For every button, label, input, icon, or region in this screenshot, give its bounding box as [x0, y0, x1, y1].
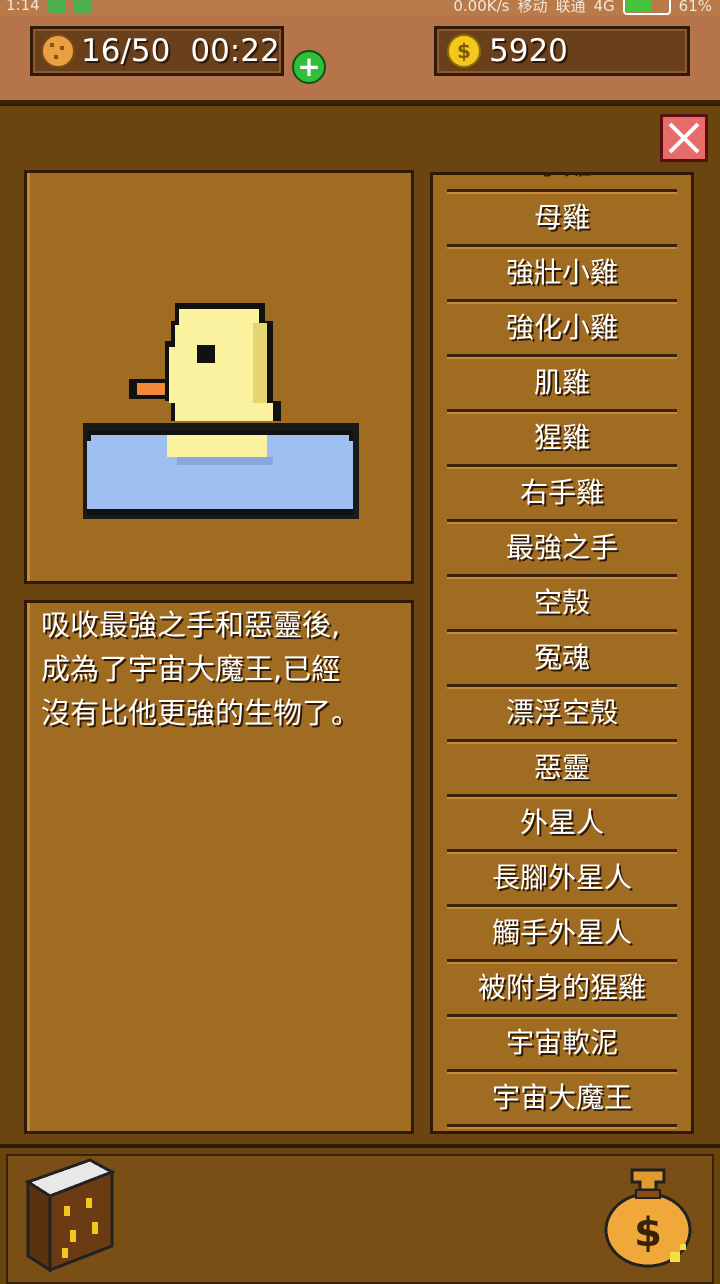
- add-energy-button[interactable]: +: [292, 50, 326, 84]
- carrier-1: 移动: [517, 0, 548, 15]
- net-speed: 0.00K/s: [453, 0, 510, 15]
- money-bag-button[interactable]: $: [600, 1160, 696, 1276]
- encyclopedia-panel: 吸收最強之手和惡靈後, 成為了宇宙大魔王,已經 沒有比他更強的生物了。 小雞母雞…: [0, 104, 720, 1146]
- description-box: 吸收最強之手和惡靈後, 成為了宇宙大魔王,已經 沒有比他更強的生物了。: [24, 600, 414, 1134]
- battery-icon: [622, 0, 671, 15]
- creature-list-item[interactable]: 外星人: [433, 797, 691, 852]
- creature-list-items: 小雞母雞強壯小雞強化小雞肌雞猩雞右手雞最強之手空殼冤魂漂浮空殼惡靈外星人長腳外星…: [433, 175, 691, 1127]
- creature-list-item[interactable]: 肌雞: [433, 357, 691, 412]
- creature-list-item[interactable]: 猩雞: [433, 412, 691, 467]
- system-status-bar: 1:14 0.00K/s 移动 联通 4G 61%: [0, 0, 720, 16]
- network-type: 4G: [593, 0, 615, 15]
- encyclopedia-book-button[interactable]: [20, 1152, 120, 1280]
- money-bag-icon: $: [604, 1168, 692, 1268]
- creature-list-item[interactable]: 宇宙大魔王: [433, 1072, 691, 1127]
- chick-in-water-image: [83, 303, 359, 519]
- creature-list-item[interactable]: 被附身的猩雞: [433, 962, 691, 1017]
- notification-icon: [47, 0, 66, 13]
- close-icon: [668, 122, 700, 154]
- dollar-coin-icon: $: [447, 34, 481, 68]
- creature-list-item[interactable]: 惡靈: [433, 742, 691, 797]
- top-hud: 16/50 00:22 + $ 5920: [0, 16, 720, 104]
- creature-list-item[interactable]: 空殼: [433, 577, 691, 632]
- creature-list-item[interactable]: 強壯小雞: [433, 247, 691, 302]
- creature-list-item[interactable]: 觸手外星人: [433, 907, 691, 962]
- creature-list-item[interactable]: 冤魂: [433, 632, 691, 687]
- creature-list-item[interactable]: 右手雞: [433, 467, 691, 522]
- coin-counter: $ 5920: [434, 26, 690, 76]
- svg-text:$: $: [634, 1210, 662, 1256]
- creature-list[interactable]: 小雞母雞強壯小雞強化小雞肌雞猩雞右手雞最強之手空殼冤魂漂浮空殼惡靈外星人長腳外星…: [430, 172, 694, 1134]
- notification-icon-2: [73, 0, 92, 13]
- energy-value: 16/50: [81, 33, 171, 69]
- creature-list-item[interactable]: 漂浮空殼: [433, 687, 691, 742]
- creature-list-item[interactable]: 最強之手: [433, 522, 691, 577]
- book-icon: [24, 1158, 116, 1273]
- bottom-bar: $: [0, 1144, 720, 1284]
- carrier-2: 联通: [555, 0, 586, 15]
- creature-list-item[interactable]: 宇宙軟泥: [433, 1017, 691, 1072]
- energy-timer: 00:22: [190, 33, 280, 69]
- creature-description: 吸收最強之手和惡靈後, 成為了宇宙大魔王,已經 沒有比他更強的生物了。: [41, 608, 361, 730]
- coin-value: 5920: [489, 33, 568, 69]
- energy-counter: 16/50 00:22: [30, 26, 284, 76]
- creature-list-item[interactable]: 長腳外星人: [433, 852, 691, 907]
- creature-list-item[interactable]: 母雞: [433, 192, 691, 247]
- close-button[interactable]: [660, 114, 708, 162]
- battery-level: 61%: [678, 0, 712, 15]
- clock: 1:14: [6, 0, 40, 14]
- creature-list-item[interactable]: 強化小雞: [433, 302, 691, 357]
- creature-portrait: [24, 170, 414, 584]
- cookie-icon: [41, 34, 75, 68]
- creature-list-item[interactable]: 小雞: [433, 175, 691, 192]
